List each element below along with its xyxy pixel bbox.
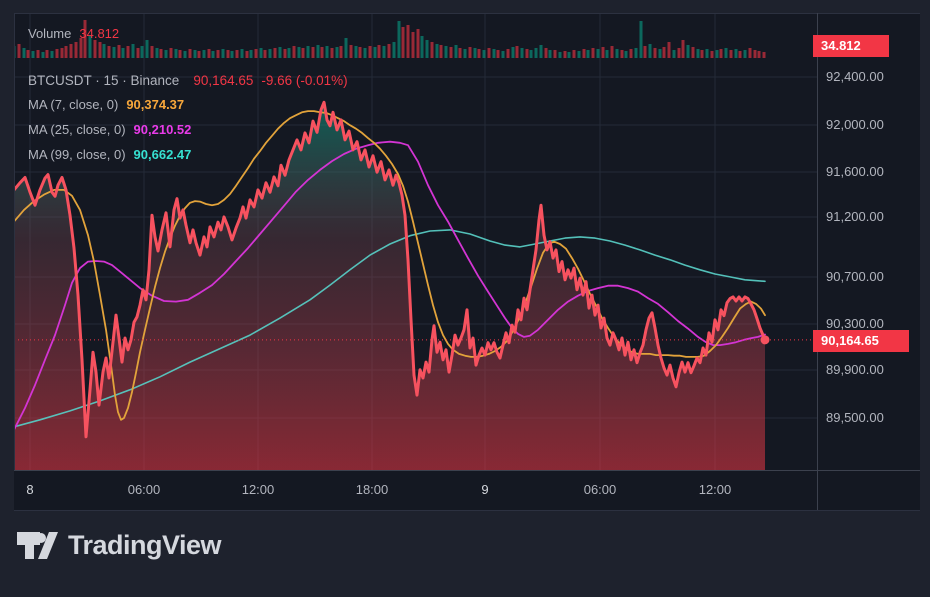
legend: Volume 34.812 BTCUSDT · 15 · Binance 90,… [28, 24, 348, 163]
symbol-last-price: 90,164.65 [193, 72, 254, 88]
ma7-label: MA (7, close, 0) [28, 96, 119, 112]
volume-label: Volume [28, 25, 72, 41]
time-axis-label: 9 [481, 482, 489, 497]
time-axis-label: 18:00 [355, 482, 389, 497]
price-axis-label: 92,000.00 [826, 117, 884, 132]
price-axis-label: 90,700.00 [826, 269, 884, 284]
time-axis-label: 8 [26, 482, 34, 497]
legend-ma25-row[interactable]: MA (25, close, 0) 90,210.52 [28, 120, 348, 138]
legend-ma99-row[interactable]: MA (99, close, 0) 90,662.47 [28, 145, 348, 163]
legend-volume-row[interactable]: Volume 34.812 [28, 24, 348, 42]
legend-ma7-row[interactable]: MA (7, close, 0) 90,374.37 [28, 95, 348, 113]
volume-value: 34.812 [79, 25, 120, 41]
price-axis-label: 89,900.00 [826, 362, 884, 377]
symbol-title: BTCUSDT · 15 · Binance [28, 72, 180, 88]
time-axis-label: 06:00 [127, 482, 161, 497]
time-axis-label: 12:00 [698, 482, 732, 497]
price-axis-label: 91,600.00 [826, 164, 884, 179]
tradingview-logo-text: TradingView [68, 530, 222, 560]
price-axis-label: 91,200.00 [826, 209, 884, 224]
price-axis[interactable]: 92,400.00 92,000.00 91,600.00 91,200.00 90,7… [818, 13, 920, 470]
last-price-badge: 90,164.65 [813, 330, 909, 352]
ma25-label: MA (25, close, 0) [28, 121, 126, 137]
time-axis[interactable]: 8 06:00 12:00 18:00 9 06:00 12:00 [14, 470, 817, 511]
price-axis-label: 89,500.00 [826, 410, 884, 425]
volume-badge: 34.812 [813, 35, 889, 57]
tradingview-watermark[interactable]: TradingView [17, 530, 222, 561]
ma25-value: 90,210.52 [133, 121, 192, 137]
symbol-change: -9.66 (-0.01%) [261, 72, 348, 88]
ma99-label: MA (99, close, 0) [28, 146, 126, 162]
time-axis-label: 12:00 [241, 482, 275, 497]
tradingview-logo-icon [17, 532, 58, 559]
legend-symbol-row[interactable]: BTCUSDT · 15 · Binance 90,164.65 -9.66 (… [28, 71, 348, 89]
stage: Volume 34.812 BTCUSDT · 15 · Binance 90,… [0, 0, 930, 597]
ma99-value: 90,662.47 [133, 146, 192, 162]
time-axis-label: 06:00 [583, 482, 617, 497]
ma7-value: 90,374.37 [126, 96, 185, 112]
price-axis-label: 92,400.00 [826, 69, 884, 84]
